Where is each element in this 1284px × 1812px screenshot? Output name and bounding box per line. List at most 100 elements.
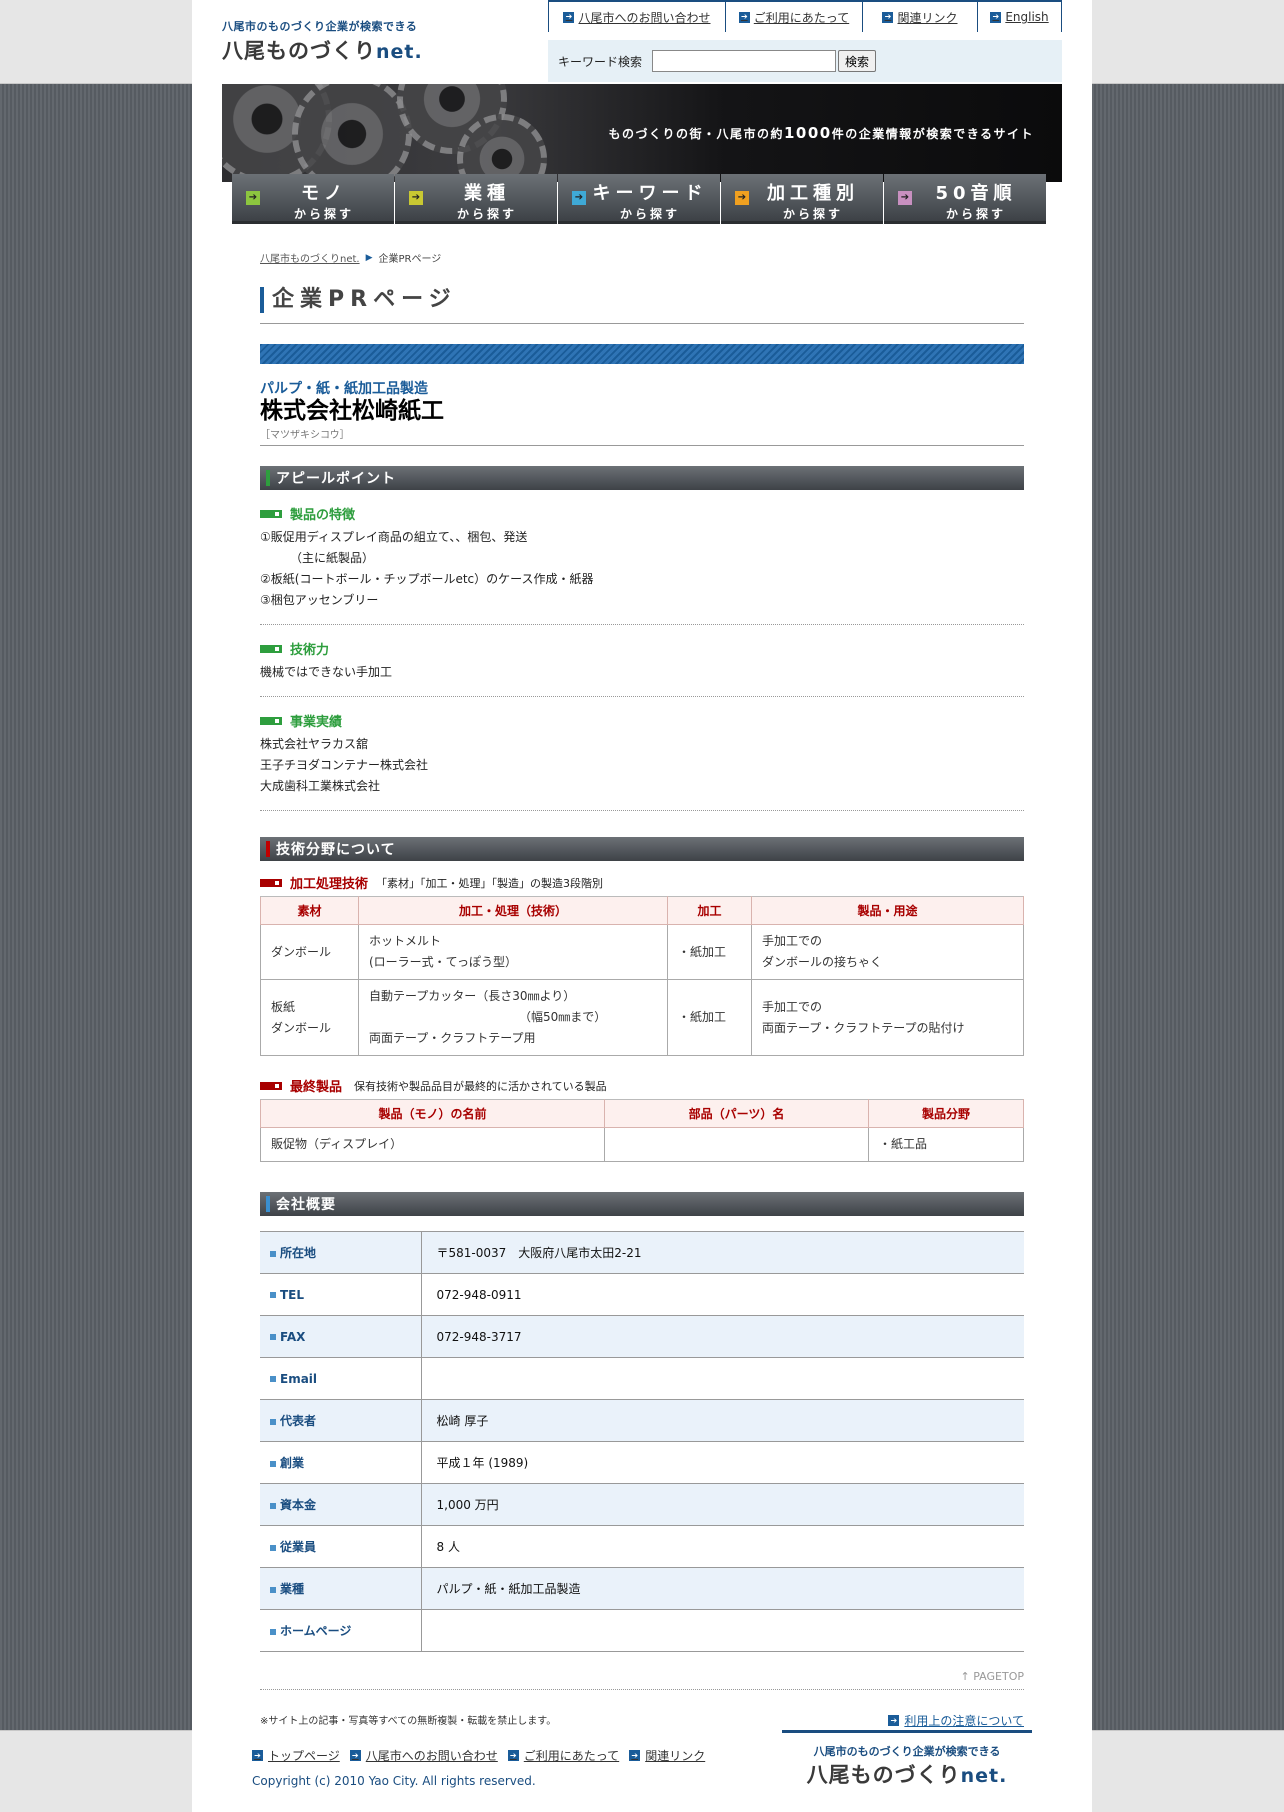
subheading-note: 「素材」「加工・処理」「製造」の製造3段階別	[376, 876, 604, 890]
heading-text: アピールポイント	[276, 471, 396, 487]
search-button[interactable]: 検索	[838, 50, 877, 72]
key-text: FAX	[280, 1329, 306, 1344]
arrow-icon: ➔	[572, 191, 586, 205]
link-english[interactable]: ➔ English	[977, 2, 1062, 32]
row-value	[421, 1609, 1024, 1652]
search-input[interactable]	[652, 50, 837, 72]
gear-image	[292, 84, 412, 182]
features-text: ①販促用ディスプレイ商品の組立て、、梱包、発送 （主に紙製品） ②板紙(コートボ…	[260, 527, 1024, 611]
arrow-up-icon: ↑	[960, 1670, 970, 1683]
logo-tagline: 八尾市のものづくり企業が検索できる	[222, 20, 418, 33]
nav-tab-sub: から探す	[293, 207, 354, 221]
bullet-icon	[270, 1250, 276, 1257]
link-label: トップページ	[268, 1749, 340, 1763]
subheading-features: 製品の特徴	[260, 504, 1024, 523]
nav-tab-sub: から探す	[945, 207, 1006, 221]
processing-table: 素材 加工・処理（技術） 加工 製品・用途 ダンボール ホットメルト (ローラー式…	[260, 896, 1024, 1056]
key-text: 代表者	[280, 1414, 317, 1428]
link-usage[interactable]: ➔ ご利用にあたって	[725, 2, 862, 32]
cell-text: (ローラー式・てっぽう型）	[369, 955, 517, 969]
slogan-post: 件の企業情報が検索できるサイト	[831, 127, 1034, 141]
hero-banner: ものづくりの街・八尾市の約1000件の企業情報が検索できるサイト	[222, 84, 1062, 182]
nav-tab-sub: から探す	[619, 207, 680, 221]
text-line: ①販促用ディスプレイ商品の組立て、、梱包、発送	[260, 530, 528, 544]
logo-name: 八尾ものづくりnet.	[222, 35, 423, 65]
company-overview-table: 所在地 〒581-0037 大阪府八尾市太田2-21 TEL 072-948-091…	[260, 1231, 1024, 1652]
bullet-icon	[270, 1628, 276, 1635]
arrow-icon: ➔	[898, 191, 912, 205]
nav-tab-keyword[interactable]: ➔ キーワード から探す	[558, 174, 720, 224]
breadcrumb-current: 企業PRページ	[378, 254, 442, 265]
product-name-cell: 販促物（ディスプレイ）	[260, 1127, 605, 1162]
table-row: ダンボール ホットメルト (ローラー式・てっぽう型） ・紙加工 手加工での ダンボー…	[260, 924, 1024, 980]
row-value: 072-948-3717	[421, 1315, 1024, 1358]
row-value: 松崎 厚子	[421, 1399, 1024, 1442]
pagetop-link[interactable]: ↑ PAGETOP	[260, 1670, 1024, 1683]
main-content: 八尾市ものづくりnet. ▶ 企業PRページ 企業PRページ パルプ・紙・紙加工…	[260, 250, 1024, 1729]
row-key: 創業	[260, 1441, 422, 1484]
cell-text: 自動テープカッター（長さ30㎜より）	[369, 989, 576, 1003]
nav-tab-process[interactable]: ➔ 加工種別 から探す	[721, 174, 883, 224]
record-text: 株式会社ヤラカス舘 王子チヨダコンテナー株式会社 大成歯科工業株式会社	[260, 734, 1024, 797]
table-row: 従業員 8 人	[260, 1525, 1024, 1568]
slogan-number: 1000	[783, 124, 832, 142]
pagetop-label: PAGETOP	[973, 1670, 1024, 1683]
nav-tab-sub: から探す	[456, 207, 517, 221]
row-key: 所在地	[260, 1231, 422, 1274]
use-cell: 手加工での 両面テープ・クラフトテープの貼付け	[751, 979, 1024, 1056]
final-product-table: 製品（モノ）の名前 部品（パーツ）名 製品分野 販促物（ディスプレイ） ・紙工品	[260, 1099, 1024, 1162]
column-header: 素材	[260, 896, 359, 925]
cell-text: ダンボール	[271, 1020, 332, 1035]
cell-text: ダンボールの接ちゃく	[762, 955, 883, 969]
arrow-icon: ➔	[507, 1750, 519, 1761]
subheading-processing: 加工処理技術 「素材」「加工・処理」「製造」の製造3段階別	[260, 873, 1024, 892]
slogan-pre: ものづくりの街・八尾市の約	[608, 127, 784, 141]
site-footer: ➔ トップページ ➔ 八尾市へのお問い合わせ ➔ ご利用にあたって ➔ 関連リンク Co…	[192, 1730, 1092, 1812]
bullet-icon	[270, 1418, 276, 1425]
footer-link-usage[interactable]: ➔ ご利用にあたって	[507, 1747, 619, 1764]
process-cell: 自動テープカッター（長さ30㎜より） （幅50㎜まで） 両面テープ・クラフトテープ用	[358, 979, 668, 1056]
link-label: 八尾市へのお問い合わせ	[578, 10, 711, 25]
nav-tab-kana[interactable]: ➔ 50音順 から探す	[884, 174, 1046, 224]
row-key: TEL	[260, 1273, 422, 1316]
cell-text: 板紙	[271, 999, 296, 1014]
column-header: 製品・用途	[751, 896, 1024, 925]
heading-marker	[266, 1196, 270, 1212]
table-row: 板紙ダンボール 自動テープカッター（長さ30㎜より） （幅50㎜まで） 両面テープ・…	[260, 979, 1024, 1056]
nav-tab-industry[interactable]: ➔ 業種 から探す	[395, 174, 557, 224]
footer-link-top[interactable]: ➔ トップページ	[252, 1747, 340, 1764]
arrow-icon: ➔	[252, 1750, 263, 1761]
footer-links: ➔ トップページ ➔ 八尾市へのお問い合わせ ➔ ご利用にあたって ➔ 関連リンク	[252, 1747, 705, 1764]
notice-text: ※サイト上の記事・写真等すべての無断複製・転載を禁止します。	[260, 1716, 557, 1727]
site-logo[interactable]: 八尾市のものづくり企業が検索できる 八尾ものづくりnet.	[222, 18, 423, 65]
text-line: ③梱包アッセンブリー	[260, 593, 379, 607]
column-header: 加工	[667, 896, 752, 925]
link-related[interactable]: ➔ 関連リンク	[862, 2, 977, 32]
key-text: 創業	[280, 1456, 305, 1470]
arrow-icon: ➔	[246, 191, 260, 205]
label-marker-icon	[260, 716, 282, 725]
row-value: 072-948-0911	[421, 1273, 1024, 1316]
product-field-cell: ・紙工品	[868, 1127, 1024, 1162]
notice-link[interactable]: ➔ 利用上の注意について	[888, 1712, 1024, 1729]
footer-link-contact[interactable]: ➔ 八尾市へのお問い合わせ	[349, 1747, 498, 1764]
nav-tab-sub: から探す	[782, 207, 843, 221]
breadcrumb-home[interactable]: 八尾市ものづくりnet.	[260, 250, 360, 265]
search-label: キーワード検索	[558, 54, 643, 69]
table-row: 資本金 1,000 万円	[260, 1483, 1024, 1526]
text-line: 王子チヨダコンテナー株式会社	[260, 758, 429, 772]
footer-logo[interactable]: 八尾市のものづくり企業が検索できる 八尾ものづくりnet.	[782, 1730, 1032, 1789]
footer-link-related[interactable]: ➔ 関連リンク	[629, 1747, 705, 1764]
key-text: 業種	[280, 1582, 305, 1596]
dotted-divider	[260, 1689, 1024, 1690]
heading-marker	[266, 841, 270, 857]
label-marker-icon	[260, 644, 282, 653]
column-header: 製品（モノ）の名前	[260, 1099, 605, 1128]
logo-name-text: 八尾ものづくり	[222, 39, 376, 63]
nav-tab-mono[interactable]: ➔ モノ から探す	[232, 174, 394, 224]
row-value: パルプ・紙・紙加工品製造	[421, 1567, 1024, 1610]
cell-text: 両面テープ・クラフトテープの貼付け	[762, 1020, 965, 1035]
table-row: FAX 072-948-3717	[260, 1315, 1024, 1358]
key-text: Email	[280, 1371, 318, 1386]
link-contact[interactable]: ➔ 八尾市へのお問い合わせ	[548, 2, 725, 32]
